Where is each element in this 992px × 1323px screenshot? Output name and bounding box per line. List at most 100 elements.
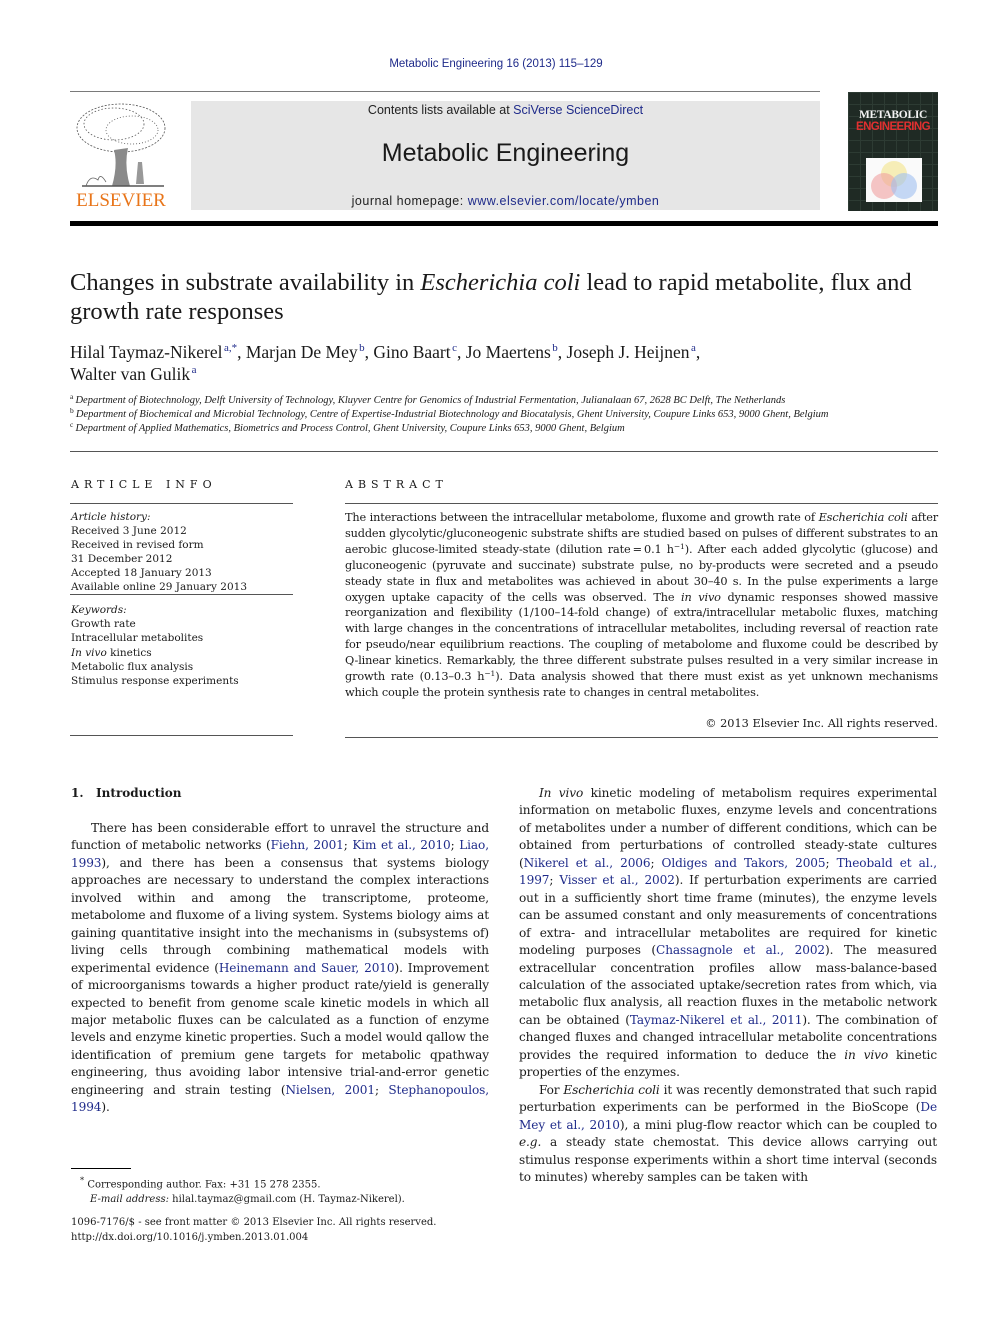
article-info-divider bbox=[70, 503, 293, 504]
footnote-line: * Corresponding author. Fax: +31 15 278 … bbox=[80, 1173, 500, 1193]
journal-homepage-link[interactable]: www.elsevier.com/locate/ymben bbox=[468, 194, 660, 208]
paragraph: In vivo kinetic modeling of metabolism r… bbox=[519, 785, 937, 1082]
author[interactable]: Hilal Taymaz-Nikerel a,* bbox=[70, 342, 237, 362]
body-column-right: In vivo kinetic modeling of metabolism r… bbox=[519, 785, 937, 1186]
text-run: ; bbox=[549, 873, 560, 888]
abstract-copyright: © 2013 Elsevier Inc. All rights reserved… bbox=[705, 717, 938, 730]
article-history: Article history: Received 3 June 2012 Re… bbox=[71, 510, 293, 594]
citation-link[interactable]: Nielsen, 2001 bbox=[285, 1083, 375, 1097]
journal-cover-image[interactable]: METABOLIC ENGINEERING bbox=[848, 92, 938, 211]
author-name: Hilal Taymaz-Nikerel bbox=[70, 342, 223, 362]
history-item: 31 December 2012 bbox=[71, 553, 173, 565]
affiliation-ref[interactable]: a bbox=[192, 364, 197, 376]
email-label: E-mail address: bbox=[90, 1193, 169, 1205]
abstract-heading: ABSTRACT bbox=[345, 478, 448, 491]
author[interactable]: Walter van Gulik a bbox=[70, 364, 196, 384]
abstract-body: The interactions between the intracellul… bbox=[345, 510, 938, 701]
affiliation-key: c bbox=[70, 420, 74, 430]
author-name: Jo Maertens bbox=[465, 342, 551, 362]
text-run: ; bbox=[825, 855, 837, 870]
journal-reference[interactable]: Metabolic Engineering 16 (2013) 115–129 bbox=[0, 58, 992, 70]
abstract-divider bbox=[345, 503, 938, 504]
homepage-prefix: journal homepage: bbox=[351, 194, 468, 208]
keywords: Keywords: Growth rate Intracellular meta… bbox=[71, 603, 293, 688]
journal-banner: Contents lists available at SciVerse Sci… bbox=[191, 101, 820, 210]
keyword: In vivo kinetics bbox=[71, 646, 293, 660]
author[interactable]: Marjan De Mey b bbox=[246, 342, 365, 362]
abstract-exponent: −1 bbox=[673, 541, 685, 551]
citation-link[interactable]: Kim et al., 2010 bbox=[352, 838, 450, 852]
abstract-italic-term: in vivo bbox=[681, 590, 721, 604]
author-separator: , bbox=[695, 342, 701, 362]
author-name: Gino Baart bbox=[373, 342, 451, 362]
author[interactable]: Gino Baart c bbox=[373, 342, 457, 362]
article-info-heading: ARTICLE INFO bbox=[71, 478, 217, 491]
author-list: Hilal Taymaz-Nikerel a,*, Marjan De Mey … bbox=[70, 341, 940, 385]
front-matter: 1096-7176/$ - see front matter © 2013 El… bbox=[71, 1216, 491, 1245]
article-info-bottom-divider bbox=[70, 735, 293, 736]
affiliation-text: Department of Biochemical and Microbial … bbox=[75, 409, 829, 421]
affiliation-ref[interactable]: a, bbox=[224, 342, 232, 354]
keyword-rest: kinetics bbox=[106, 646, 152, 659]
history-item: Received in revised form bbox=[71, 539, 204, 551]
abstract-exponent: −1 bbox=[484, 669, 496, 679]
author-name: Walter van Gulik bbox=[70, 364, 191, 384]
elsevier-logo[interactable]: ELSEVIER bbox=[70, 100, 172, 212]
affiliations: a Department of Biotechnology, Delft Uni… bbox=[70, 392, 945, 437]
italic-term: Escherichia coli bbox=[563, 1082, 660, 1097]
citation-link[interactable]: Fiehn, 2001 bbox=[271, 838, 344, 852]
paragraph: There has been considerable effort to un… bbox=[71, 820, 489, 1117]
abstract-bottom-divider bbox=[345, 737, 938, 738]
text-run: ; bbox=[374, 1082, 389, 1097]
affiliation: a Department of Biotechnology, Delft Uni… bbox=[70, 392, 945, 408]
citation-link[interactable]: Taymaz-Nikerel et al., 2011 bbox=[630, 1013, 803, 1027]
keyword-italic: In vivo bbox=[71, 646, 107, 659]
text-run: ). bbox=[101, 1100, 110, 1115]
contents-line: Contents lists available at SciVerse Sci… bbox=[191, 103, 820, 117]
affiliation-key: a bbox=[70, 392, 74, 401]
footnote-line: E-mail address: hilal.taymaz@gmail.com (… bbox=[80, 1193, 500, 1208]
text-run: ), a mini plug-flow reactor which can be… bbox=[619, 1117, 937, 1132]
article-title: Changes in substrate availability in Esc… bbox=[70, 268, 940, 326]
title-part-1: Changes in substrate availability in bbox=[70, 269, 421, 296]
affiliation-text: Department of Biotechnology, Delft Unive… bbox=[75, 395, 786, 406]
citation-link[interactable]: Heinemann and Sauer, 2010 bbox=[219, 961, 395, 975]
paragraph: For Escherichia coli it was recently dem… bbox=[519, 1082, 937, 1187]
affiliation: b Department of Biochemical and Microbia… bbox=[70, 406, 945, 422]
author[interactable]: Joseph J. Heijnen a bbox=[567, 342, 696, 362]
issn-line: 1096-7176/$ - see front matter © 2013 El… bbox=[71, 1217, 437, 1228]
sciencedirect-link[interactable]: SciVerse ScienceDirect bbox=[513, 103, 643, 117]
author-name: Marjan De Mey bbox=[245, 342, 358, 362]
homepage-line: journal homepage: www.elsevier.com/locat… bbox=[191, 194, 820, 208]
citation-link[interactable]: Chassagnole et al., 2002 bbox=[656, 943, 825, 957]
abstract-species: Escherichia coli bbox=[818, 511, 908, 524]
citation-link[interactable]: Nikerel et al., 2006 bbox=[524, 856, 651, 870]
author[interactable]: Jo Maertens b bbox=[466, 342, 558, 362]
contents-prefix: Contents lists available at bbox=[367, 103, 514, 117]
affiliation-key: b bbox=[70, 406, 74, 416]
italic-term: in vivo bbox=[844, 1047, 889, 1062]
author-separator: , bbox=[456, 342, 466, 362]
keyword: Intracellular metabolites bbox=[71, 632, 204, 645]
keyword: Stimulus response experiments bbox=[71, 675, 239, 688]
section-heading-introduction: 1. Introduction bbox=[71, 786, 182, 800]
elsevier-tree-icon bbox=[76, 103, 166, 187]
keyword: Growth rate bbox=[71, 618, 136, 631]
history-item: Available online 29 January 2013 bbox=[71, 581, 248, 593]
citation-link[interactable]: Oldiges and Takors, 2005 bbox=[662, 856, 826, 870]
italic-term: In vivo bbox=[539, 786, 584, 800]
doi-link[interactable]: http://dx.doi.org/10.1016/j.ymben.2013.0… bbox=[71, 1231, 491, 1246]
affiliations-divider bbox=[70, 451, 938, 452]
elsevier-wordmark: ELSEVIER bbox=[76, 190, 166, 211]
email-address[interactable]: hilal.taymaz@gmail.com (H. Taymaz-Nikere… bbox=[169, 1194, 405, 1205]
citation-link[interactable]: Visser et al., 2002 bbox=[559, 873, 675, 887]
author-name: Joseph J. Heijnen bbox=[566, 342, 690, 362]
history-label: Article history: bbox=[71, 511, 151, 523]
journal-name: Metabolic Engineering bbox=[381, 139, 630, 167]
author-separator: , bbox=[237, 342, 246, 362]
footnote-divider bbox=[71, 1168, 131, 1169]
history-item: Received 3 June 2012 bbox=[71, 525, 187, 537]
text-run: ). Improvement of microorganisms towards… bbox=[71, 960, 489, 1097]
text-run: ; bbox=[450, 838, 460, 853]
history-divider bbox=[70, 594, 293, 595]
